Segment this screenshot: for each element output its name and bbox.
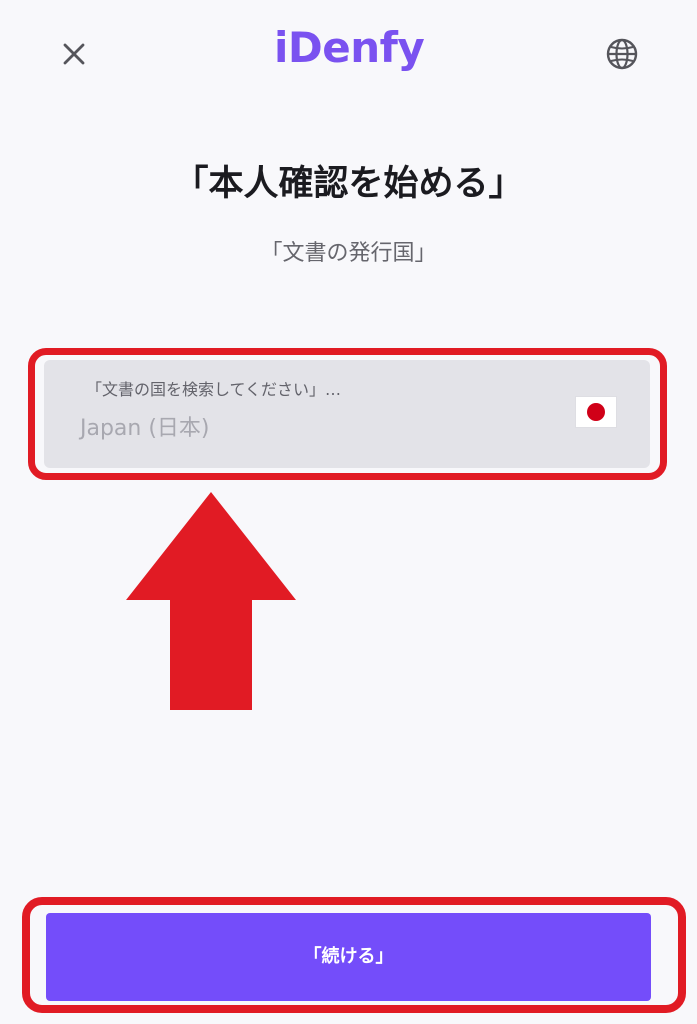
japan-flag-sun — [587, 403, 605, 421]
up-arrow-icon — [126, 492, 296, 710]
page-title: 「本人確認を始める」 — [173, 164, 524, 204]
country-search-field[interactable]: 「文書の国を検索してください」… Japan (日本) — [44, 360, 650, 468]
country-field-label: 「文書の国を検索してください」… — [86, 380, 342, 399]
country-field-value: Japan (日本) — [80, 416, 210, 441]
globe-icon[interactable] — [603, 35, 641, 73]
brand-logo: iDenfy — [274, 23, 425, 72]
page-subtitle: 「文書の発行国」 — [260, 241, 437, 266]
header: iDenfy — [0, 0, 697, 110]
continue-button[interactable]: 「続ける」 — [46, 913, 651, 1001]
close-icon[interactable] — [56, 36, 92, 72]
japan-flag-icon — [576, 397, 616, 427]
